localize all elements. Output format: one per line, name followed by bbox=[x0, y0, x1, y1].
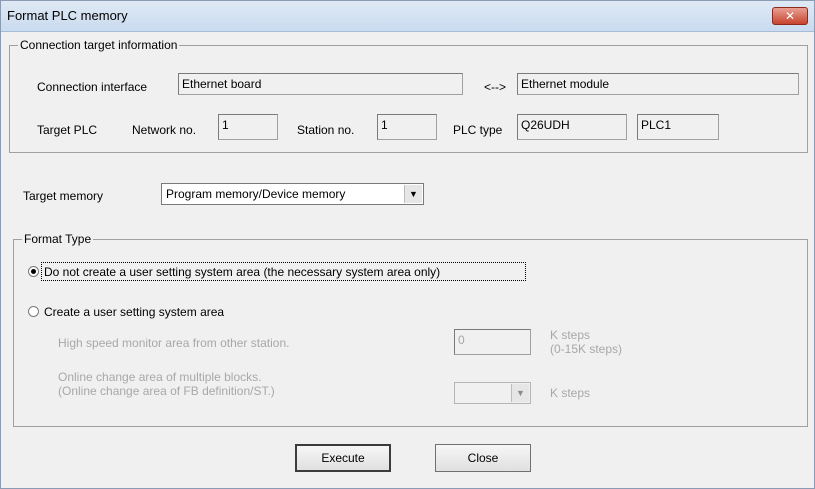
radio-create-user-area[interactable] bbox=[28, 306, 39, 317]
network-no-field: 1 bbox=[218, 114, 278, 140]
connection-interface-field: Ethernet board bbox=[178, 73, 463, 95]
station-no-label: Station no. bbox=[297, 123, 355, 137]
online-change-unit: K steps bbox=[550, 386, 591, 400]
option-create-user-area-label[interactable]: Create a user setting system area bbox=[44, 305, 224, 319]
target-memory-label: Target memory bbox=[23, 189, 104, 203]
online-change-select[interactable]: ▼ bbox=[454, 382, 531, 404]
connection-target-group: Connection target information Connection… bbox=[9, 38, 808, 153]
plc-type-label: PLC type bbox=[453, 123, 503, 137]
online-change-label-line2: (Online change area of FB definition/ST.… bbox=[58, 384, 275, 398]
connection-target-legend: Connection target information bbox=[18, 38, 180, 52]
format-type-legend: Format Type bbox=[22, 232, 94, 246]
close-icon: ✕ bbox=[784, 9, 796, 23]
window-title: Format PLC memory bbox=[7, 8, 128, 23]
high-speed-range: (0-15K steps) bbox=[550, 342, 623, 356]
connection-arrow: <--> bbox=[484, 80, 507, 94]
radio-no-user-area[interactable] bbox=[28, 266, 39, 277]
close-window-button[interactable]: ✕ bbox=[772, 7, 808, 25]
plc-type-field: Q26UDH bbox=[517, 114, 627, 140]
target-memory-select[interactable]: Program memory/Device memory ▼ bbox=[161, 183, 424, 205]
station-no-field: 1 bbox=[377, 114, 437, 140]
target-plc-label: Target PLC bbox=[37, 123, 98, 137]
format-type-group: Format Type Do not create a user setting… bbox=[13, 232, 808, 427]
online-change-label-line1: Online change area of multiple blocks. bbox=[58, 370, 262, 384]
high-speed-unit: K steps bbox=[550, 328, 591, 342]
format-plc-memory-dialog: Format PLC memory ✕ Connection target in… bbox=[0, 0, 815, 489]
connection-interface-label: Connection interface bbox=[37, 80, 148, 94]
radio-selected-dot bbox=[31, 269, 36, 274]
network-no-label: Network no. bbox=[132, 123, 197, 137]
close-button[interactable]: Close bbox=[435, 444, 531, 472]
title-bar: Format PLC memory ✕ bbox=[1, 1, 814, 32]
plc-name-field: PLC1 bbox=[637, 114, 719, 140]
connection-module-field: Ethernet module bbox=[517, 73, 799, 95]
high-speed-monitor-field[interactable]: 0 bbox=[454, 329, 531, 355]
chevron-down-icon[interactable]: ▼ bbox=[511, 384, 529, 402]
chevron-down-icon[interactable]: ▼ bbox=[404, 185, 422, 203]
execute-button[interactable]: Execute bbox=[295, 444, 391, 472]
high-speed-monitor-label: High speed monitor area from other stati… bbox=[58, 336, 290, 350]
target-memory-value: Program memory/Device memory bbox=[166, 187, 346, 201]
option-no-user-area-label[interactable]: Do not create a user setting system area… bbox=[44, 265, 440, 279]
